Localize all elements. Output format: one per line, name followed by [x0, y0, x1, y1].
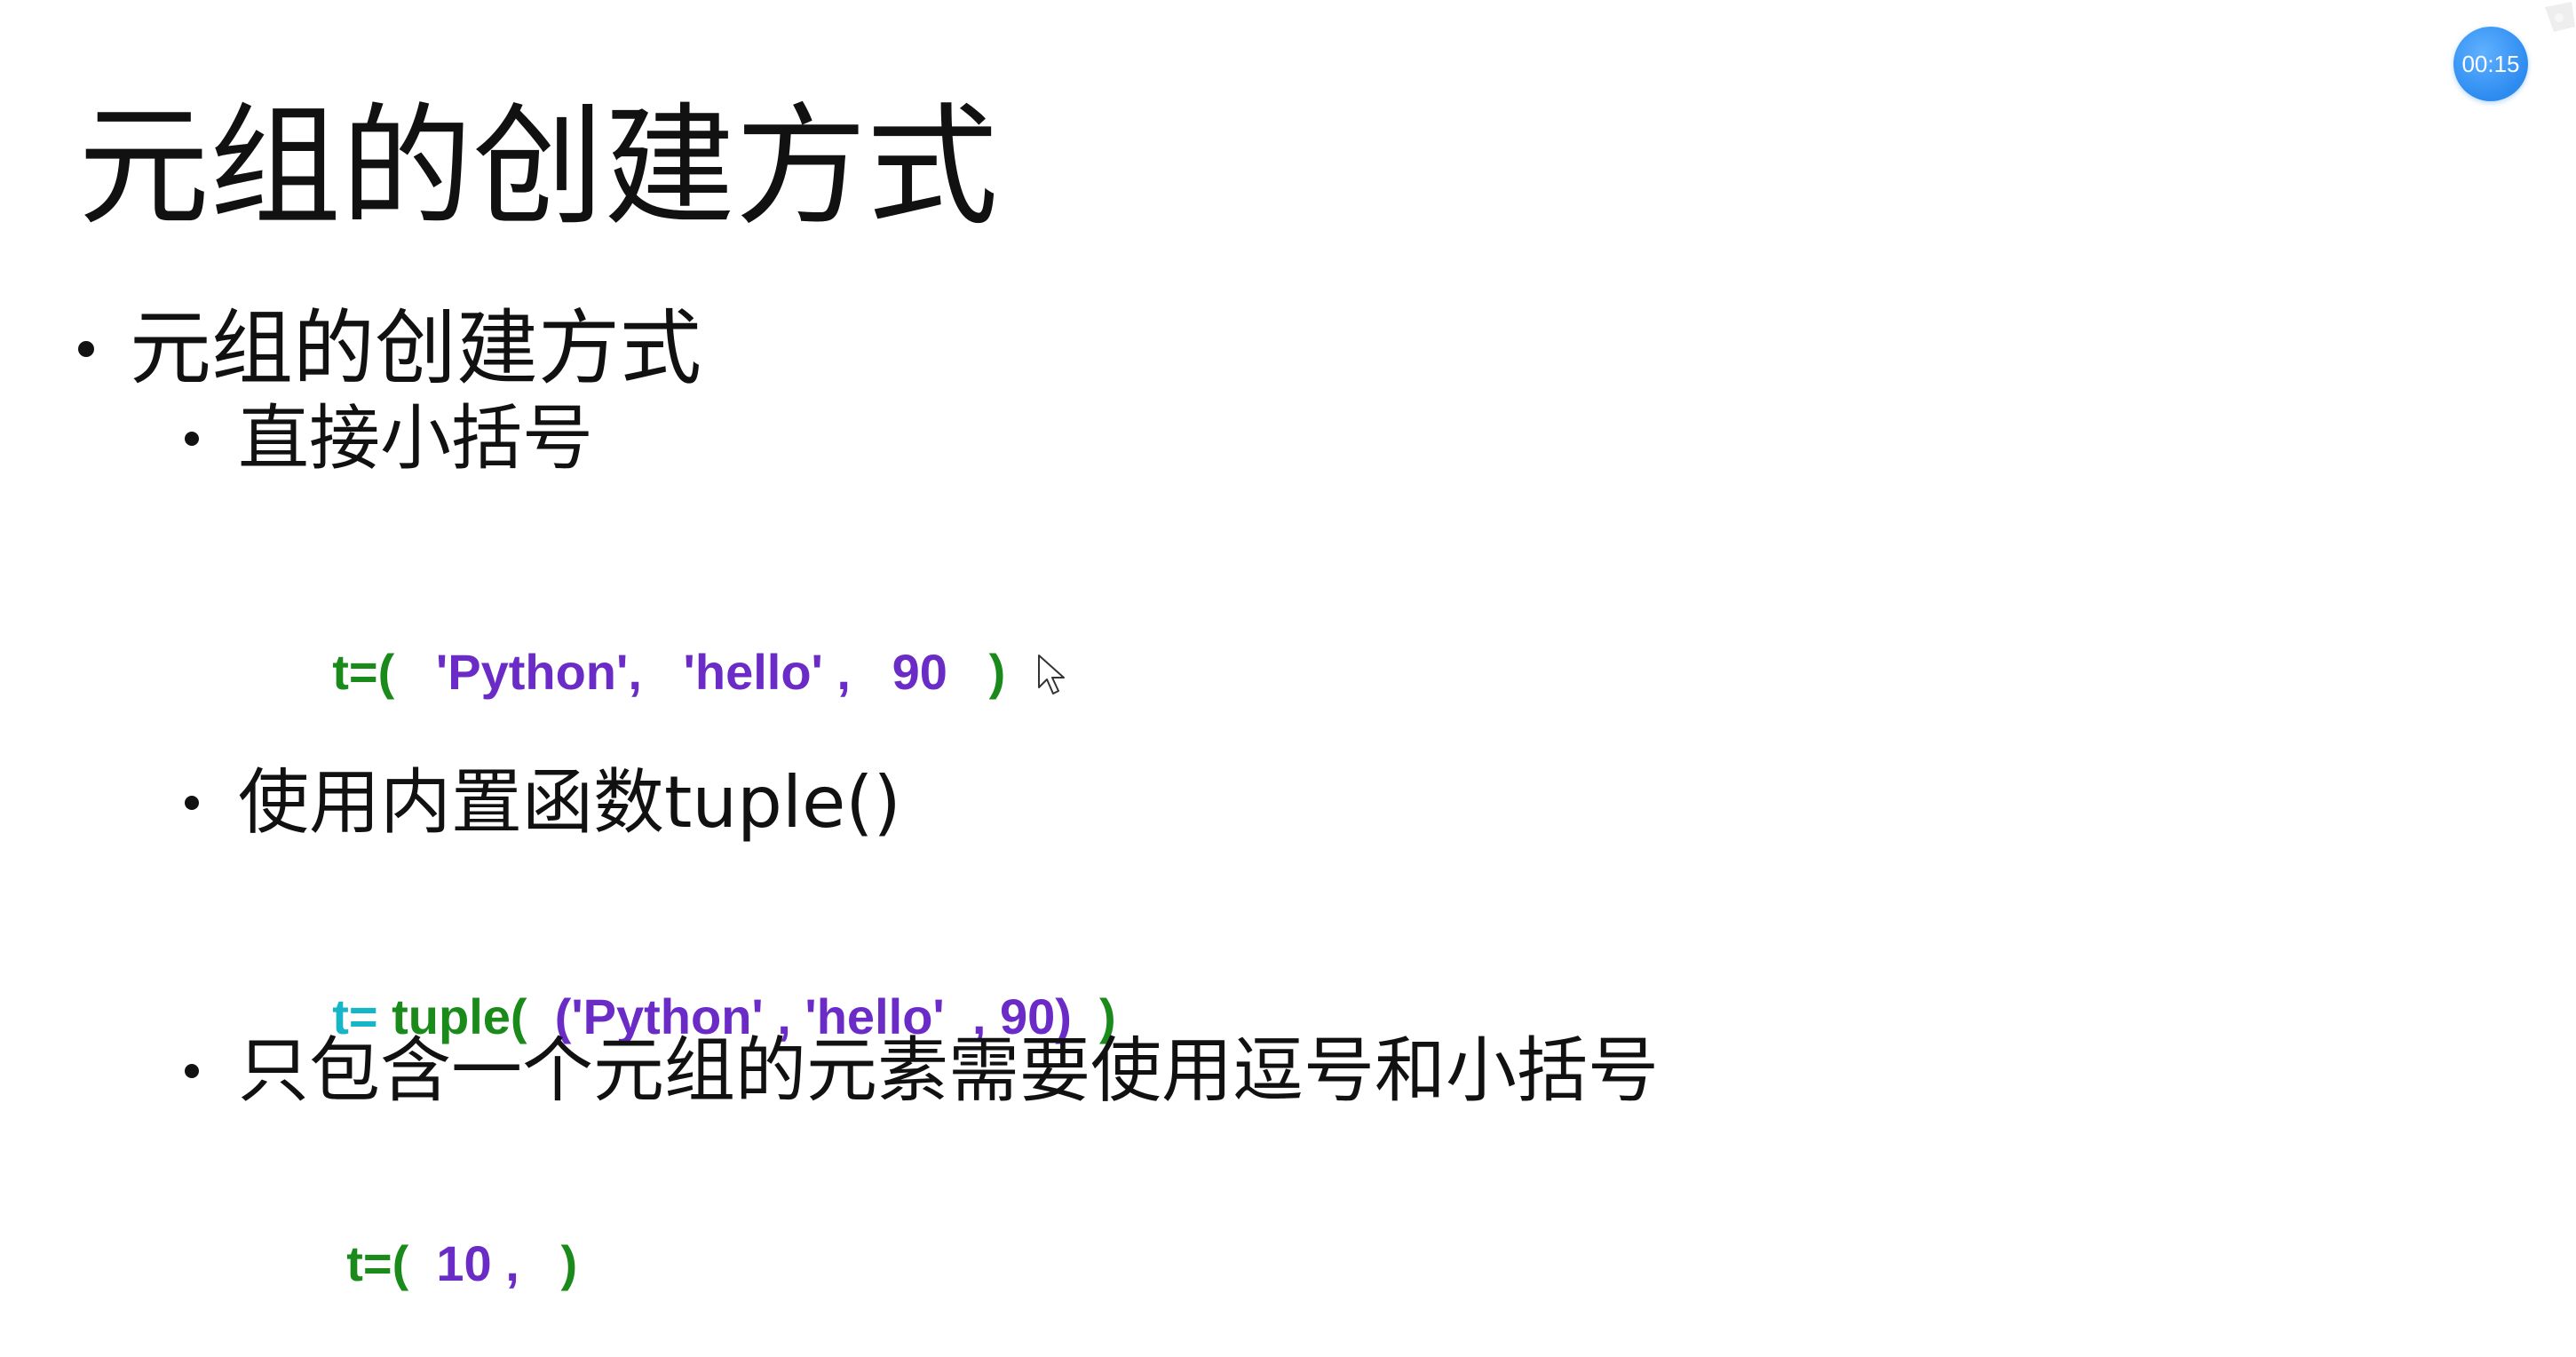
code-token: t=( — [332, 644, 436, 700]
code-example-direct: t=( 'Python', 'hello' , 90 ) — [277, 579, 1005, 766]
bullet-dot — [185, 432, 199, 446]
code-token: ) — [947, 644, 1006, 700]
slide: 元组的创建方式 元组的创建方式 直接小括号 t=( 'Python', 'hel… — [0, 0, 2576, 1291]
code-token: ) — [519, 1235, 578, 1291]
page-title: 元组的创建方式 — [78, 91, 998, 243]
bullet-dot — [185, 1064, 199, 1078]
bullet-single-element: 只包含一个元组的元素需要使用逗号和小括号 — [185, 1028, 1659, 1114]
bilibili-logo-icon — [2545, 2, 2575, 32]
code-token: t=( — [346, 1235, 437, 1291]
level1-bullet-label: 元组的创建方式 — [130, 301, 702, 396]
bullet-label: 只包含一个元组的元素需要使用逗号和小括号 — [238, 1029, 1659, 1112]
timer-text: 00:15 — [2461, 50, 2520, 77]
bullet-label: 直接小括号 — [238, 397, 593, 480]
bullet-label: 使用内置函数tuple() — [238, 761, 901, 844]
code-token: 10 , — [436, 1235, 519, 1291]
bullet-dot — [185, 796, 199, 810]
bullet-dot — [78, 341, 94, 357]
bullet-direct-parentheses: 直接小括号 — [185, 396, 593, 481]
level1-bullet: 元组的创建方式 — [78, 300, 701, 398]
bullet-tuple-builtin: 使用内置函数tuple() — [185, 760, 901, 845]
code-token: 'Python', 'hello' , 90 — [435, 644, 947, 700]
code-example-single: t=( 10 , ) — [291, 1171, 577, 1357]
mouse-pointer-icon — [1038, 655, 1065, 694]
timer-badge[interactable]: 00:15 — [2453, 27, 2528, 101]
